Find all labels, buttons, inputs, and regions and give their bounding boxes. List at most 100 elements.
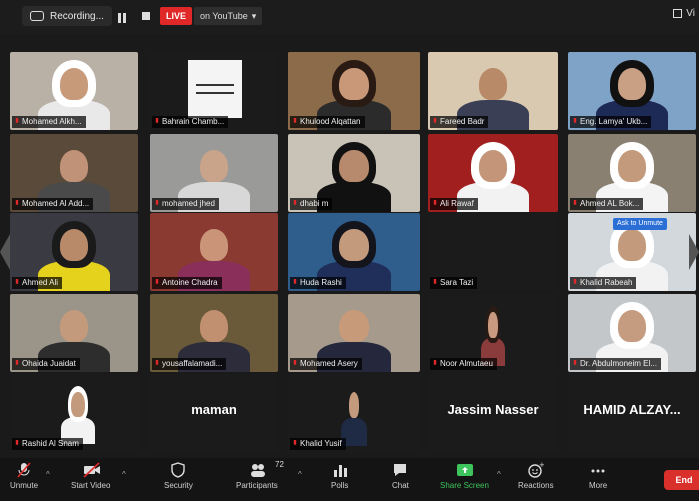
video-options-caret[interactable]: ^ (122, 470, 126, 479)
participant-tile[interactable]: yousaffalamadi... (150, 294, 278, 372)
participant-tile[interactable]: Ali Rawaf (428, 134, 558, 212)
face (478, 67, 508, 101)
participant-name: Rashid Al Snam (22, 439, 79, 448)
participant-name: Eng. Lamya' Ukb... (580, 117, 648, 126)
ellipsis-icon (590, 462, 606, 478)
participant-tile[interactable]: Ohaida Juaidat (10, 294, 138, 372)
participant-tile[interactable]: Huda Rashi (288, 213, 420, 291)
face (348, 392, 360, 419)
muted-mic-icon (293, 200, 297, 205)
face (59, 67, 89, 101)
start-video-button[interactable]: Start Video (71, 462, 110, 490)
participant-tile[interactable]: Noor Almutaeu (428, 294, 558, 372)
view-button[interactable]: Vi (673, 8, 695, 19)
start-video-label: Start Video (71, 481, 111, 490)
participant-name-label: mohamed jhed (152, 198, 219, 210)
pause-recording-button[interactable] (118, 10, 130, 23)
face (59, 309, 89, 343)
participants-options-caret[interactable]: ^ (298, 470, 302, 479)
previous-page-arrow[interactable] (0, 234, 10, 270)
participant-tile[interactable]: Ahmed Ali (10, 213, 138, 291)
participant-tile[interactable]: Dr. Abdulmoneim El... (568, 294, 696, 372)
participant-display-name: Jassim Nasser (447, 402, 539, 417)
participant-name: Mohamed Asery (300, 359, 358, 368)
participant-name: Huda Rashi (300, 278, 342, 287)
participant-name-label: Fareed Badr (430, 116, 489, 128)
muted-mic-icon (573, 200, 577, 205)
participant-tile[interactable]: Mohamed Alkh... (10, 52, 138, 130)
participant-tile[interactable]: Ahmed AL Bok... (568, 134, 696, 212)
audio-options-caret[interactable]: ^ (46, 470, 50, 479)
muted-mic-icon (155, 200, 159, 205)
muted-mic-icon (15, 118, 19, 123)
participant-tile[interactable]: Antoine Chadra (150, 213, 278, 291)
participant-name-label: Mohamed Alkh... (12, 116, 86, 128)
participant-name: Fareed Badr (440, 117, 485, 126)
participant-tile[interactable]: Sara Tazi (428, 213, 558, 291)
participant-tile[interactable]: Bahrain Chamb... (150, 52, 278, 130)
participant-name: Noor Almutaeu (440, 359, 493, 368)
face (59, 228, 89, 262)
chamber-logo (196, 84, 234, 94)
more-button[interactable]: More (589, 462, 607, 490)
chat-button[interactable]: Chat (392, 462, 409, 490)
participant-name: Khalid Yusif (300, 439, 342, 448)
security-button[interactable]: Security (164, 462, 193, 490)
participant-tile[interactable]: Khulood Alqattan (288, 52, 420, 130)
ask-to-unmute-badge[interactable]: Ask to Unmute (613, 218, 667, 230)
participant-tile[interactable]: Mohamed Al Add... (10, 134, 138, 212)
participant-tile[interactable]: Eng. Lamya' Ukb... (568, 52, 696, 130)
reactions-label: Reactions (518, 481, 554, 490)
face (488, 312, 498, 339)
participant-name-label: Khulood Alqattan (290, 116, 365, 128)
face (478, 149, 508, 183)
participant-tile[interactable]: HAMID ALZAY... (568, 374, 696, 452)
participant-name-label: Ali Rawaf (430, 198, 478, 210)
participant-name-label: Dr. Abdulmoneim El... (570, 358, 661, 370)
participant-name: yousaffalamadi... (162, 359, 223, 368)
recording-indicator[interactable]: Recording... (22, 6, 112, 26)
face (339, 67, 369, 101)
face (617, 149, 647, 183)
face (199, 149, 229, 183)
participant-tile[interactable]: Fareed Badr (428, 52, 558, 130)
view-label: Vi (686, 8, 695, 19)
muted-mic-icon (293, 440, 297, 445)
face (339, 149, 369, 183)
participant-tile[interactable]: Jassim Nasser (428, 374, 558, 452)
participant-name-label: Noor Almutaeu (430, 358, 497, 370)
face (617, 309, 647, 343)
polls-button[interactable]: Polls (331, 462, 348, 490)
reactions-button[interactable]: + Reactions (518, 461, 554, 490)
bar-chart-icon (332, 462, 348, 478)
unmute-button[interactable]: Unmute (10, 462, 38, 490)
participant-name: Khulood Alqattan (300, 117, 361, 126)
polls-label: Polls (331, 481, 349, 490)
participant-name-label: Mohamed Asery (290, 358, 362, 370)
participant-tile[interactable]: Khalid Yusif (288, 374, 420, 452)
face (617, 67, 647, 101)
end-meeting-button[interactable]: End (664, 470, 699, 490)
stop-recording-button[interactable] (140, 10, 152, 22)
more-label: More (589, 481, 608, 490)
muted-mic-icon (573, 360, 577, 365)
participant-tile[interactable]: Rashid Al Snam (10, 374, 138, 452)
unmute-label: Unmute (10, 481, 39, 490)
participant-name: Ohaida Juaidat (22, 359, 76, 368)
face (339, 309, 369, 343)
participant-video (188, 60, 242, 118)
muted-mic-icon (293, 360, 297, 365)
share-options-caret[interactable]: ^ (497, 470, 501, 479)
muted-mic-icon (433, 279, 437, 284)
participant-name-label: Antoine Chadra (152, 277, 222, 289)
live-badge: LIVE (160, 7, 192, 25)
live-target-dropdown[interactable]: on YouTube ▾ (194, 7, 263, 25)
participant-tile[interactable]: Mohamed Asery (288, 294, 420, 372)
participant-tile[interactable]: mohamed jhed (150, 134, 278, 212)
chevron-down-icon: ▾ (251, 10, 257, 21)
zoom-meeting-window: Recording... LIVE on YouTube ▾ Vi Mohame… (0, 0, 699, 501)
share-screen-button[interactable]: Share Screen (440, 462, 489, 490)
participants-button[interactable]: Participants (236, 462, 278, 490)
participant-tile[interactable]: maman (150, 374, 278, 452)
participant-tile[interactable]: dhabi m (288, 134, 420, 212)
